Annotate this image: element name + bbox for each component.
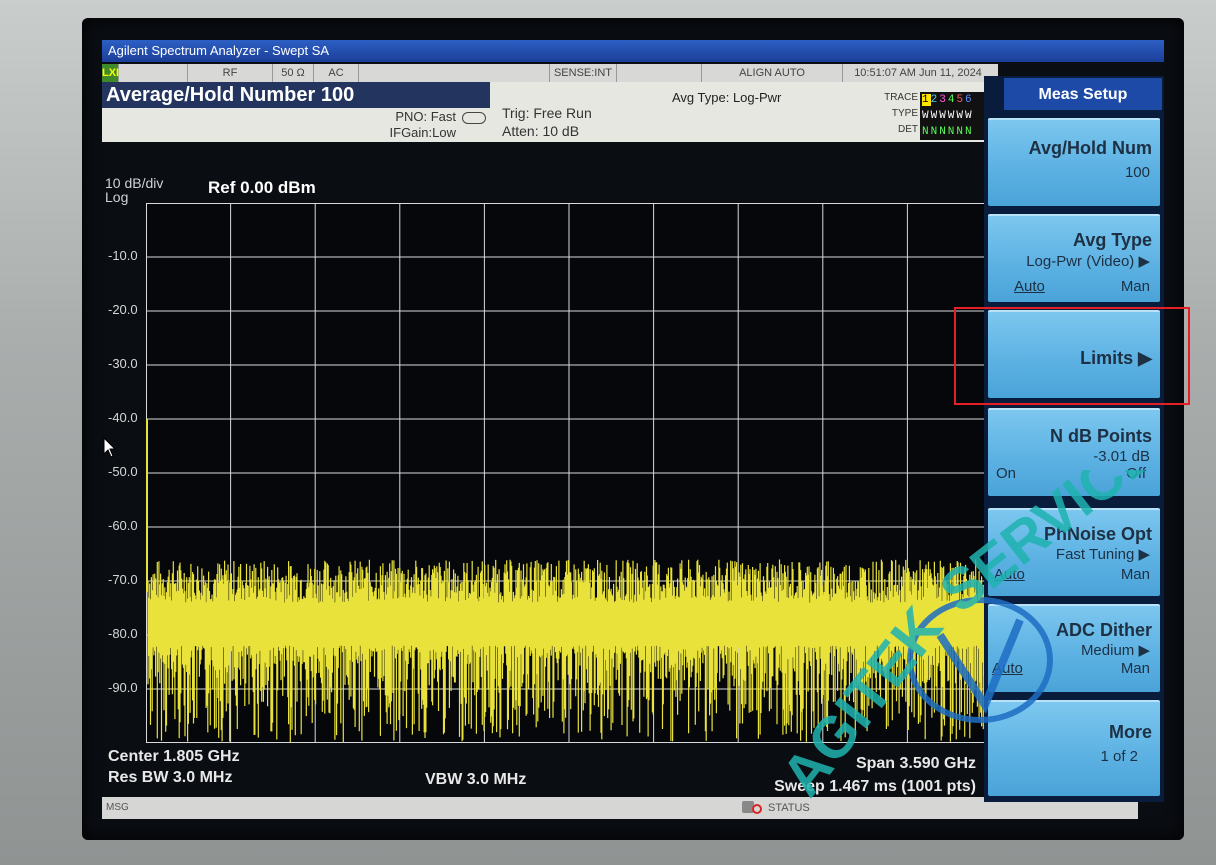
softkey-avg-type[interactable]: Avg Type Log-Pwr (Video) ▶ Auto Man (988, 214, 1160, 302)
trace-label: TRACE (884, 92, 918, 103)
softkey-value: Medium ▶ (1080, 642, 1150, 659)
y-tick-label: -20.0 (108, 302, 138, 317)
softkey-value: 1 of 2 (1100, 748, 1138, 765)
lxi-icon: LXI (102, 64, 119, 82)
spacer (617, 64, 702, 82)
impedance-indicator: 50 Ω (273, 64, 314, 82)
mute-icon (752, 804, 762, 814)
sweep-time: Sweep 1.467 ms (1001 pts) (774, 778, 976, 795)
center-frequency: Center 1.805 GHz (108, 748, 240, 765)
ref-level: Ref 0.00 dBm (208, 178, 316, 197)
rf-indicator: RF (188, 64, 273, 82)
info-panel: Average/Hold Number 100 Avg Type: Log-Pw… (102, 82, 998, 142)
softkey-man: Man (1120, 278, 1150, 295)
coupling-indicator: AC (314, 64, 359, 82)
softkey-value: Fast Tuning ▶ (1055, 546, 1150, 563)
softkey-label: More (1108, 722, 1152, 742)
softkey-label: N dB Points (1050, 426, 1152, 446)
measurement-title: Average/Hold Number 100 (102, 82, 490, 108)
softkey-more[interactable]: More 1 of 2 (988, 700, 1160, 796)
vbw: VBW 3.0 MHz (425, 771, 527, 788)
softkey-label: PhNoise Opt (1043, 524, 1152, 544)
y-tick-label: -70.0 (108, 572, 138, 587)
datetime: 10:51:07 AM Jun 11, 2024 (854, 67, 982, 79)
res-bw: Res BW 3.0 MHz (108, 769, 233, 786)
window-title: Agilent Spectrum Analyzer - Swept SA (102, 40, 1164, 62)
scale-per-div: 10 dB/div (105, 175, 164, 191)
pno-icon (462, 112, 486, 124)
softkey-label: ADC Dither (1055, 620, 1152, 640)
y-tick-label: -60.0 (108, 518, 138, 533)
trace-3: 3 (939, 94, 948, 106)
menu-title: Meas Setup (1004, 78, 1162, 110)
mouse-cursor-icon (103, 437, 117, 458)
scale-type: Log (105, 189, 129, 205)
softkey-auto: Auto (1014, 278, 1045, 295)
trace-6: 6 (965, 94, 974, 106)
y-tick-label: -30.0 (108, 356, 138, 371)
message-bar: MSG STATUS (102, 797, 1138, 819)
align-indicator: ALIGN AUTO (702, 64, 843, 82)
pno-ifgain: PNO: Fast IFGain:Low (386, 109, 456, 141)
span: Span 3.590 GHz (855, 755, 976, 772)
y-tick-label: -90.0 (108, 680, 138, 695)
avg-type-readout: Avg Type: Log-Pwr (672, 90, 782, 105)
det-label: DET (898, 124, 918, 135)
softkey-on: On (996, 465, 1017, 482)
type-label: TYPE (891, 108, 918, 119)
softkey-avg-hold-num[interactable]: Avg/Hold Num 100 (988, 118, 1160, 206)
softkey-man: Man (1120, 566, 1150, 583)
status-row: LXI RF 50 Ω AC SENSE:INT ALIGN AUTO 10:5… (102, 64, 998, 82)
trig-readout: Trig: Free Run (502, 105, 592, 121)
trace-legend-labels: TRACE TYPE DET (880, 90, 918, 138)
scale-readout: 10 dB/div Log (105, 176, 163, 204)
softkey-phnoise-opt[interactable]: PhNoise Opt Fast Tuning ▶ Auto Man (988, 508, 1160, 596)
y-tick-label: -40.0 (108, 410, 138, 425)
atten-readout: Atten: 10 dB (502, 123, 580, 139)
softkey-auto: Auto (994, 566, 1025, 583)
trig-atten: Trig: Free Run Atten: 10 dB (502, 104, 592, 140)
softkey-off: Off (1126, 465, 1146, 482)
spectrum-plot[interactable] (146, 203, 992, 743)
pno-readout: PNO: Fast (395, 109, 456, 124)
y-tick-label: -10.0 (108, 248, 138, 263)
limits-highlight-box (954, 307, 1190, 405)
softkey-adc-dither[interactable]: ADC Dither Medium ▶ Auto Man (988, 604, 1160, 692)
spacer (359, 64, 550, 82)
softkey-value: Log-Pwr (Video) ▶ (1026, 253, 1150, 270)
softkey-n-db-points[interactable]: N dB Points -3.01 dB On Off (988, 408, 1160, 496)
sense-indicator: SENSE:INT (550, 64, 617, 82)
softkey-value: -3.01 dB (1093, 448, 1150, 465)
trace-1: 1 (922, 94, 931, 106)
center-rbw: Center 1.805 GHz Res BW 3.0 MHz (108, 746, 240, 788)
softkey-label: Avg/Hold Num (1028, 138, 1152, 158)
softkey-label: Avg Type (1072, 230, 1152, 250)
softkey-value: 100 (1124, 164, 1150, 181)
spacer (119, 64, 188, 82)
softkey-auto: Auto (992, 660, 1023, 677)
status-label[interactable]: STATUS (768, 797, 810, 819)
y-tick-label: -50.0 (108, 464, 138, 479)
trace-2: 2 (930, 94, 940, 106)
span-sweep: Span 3.590 GHz Sweep 1.467 ms (1001 pts) (720, 752, 976, 798)
trace-5: 5 (956, 94, 966, 106)
y-tick-label: -80.0 (108, 626, 138, 641)
ifgain-readout: IFGain:Low (389, 125, 456, 140)
msg-label: MSG (106, 802, 129, 813)
softkey-man: Man (1120, 660, 1150, 677)
